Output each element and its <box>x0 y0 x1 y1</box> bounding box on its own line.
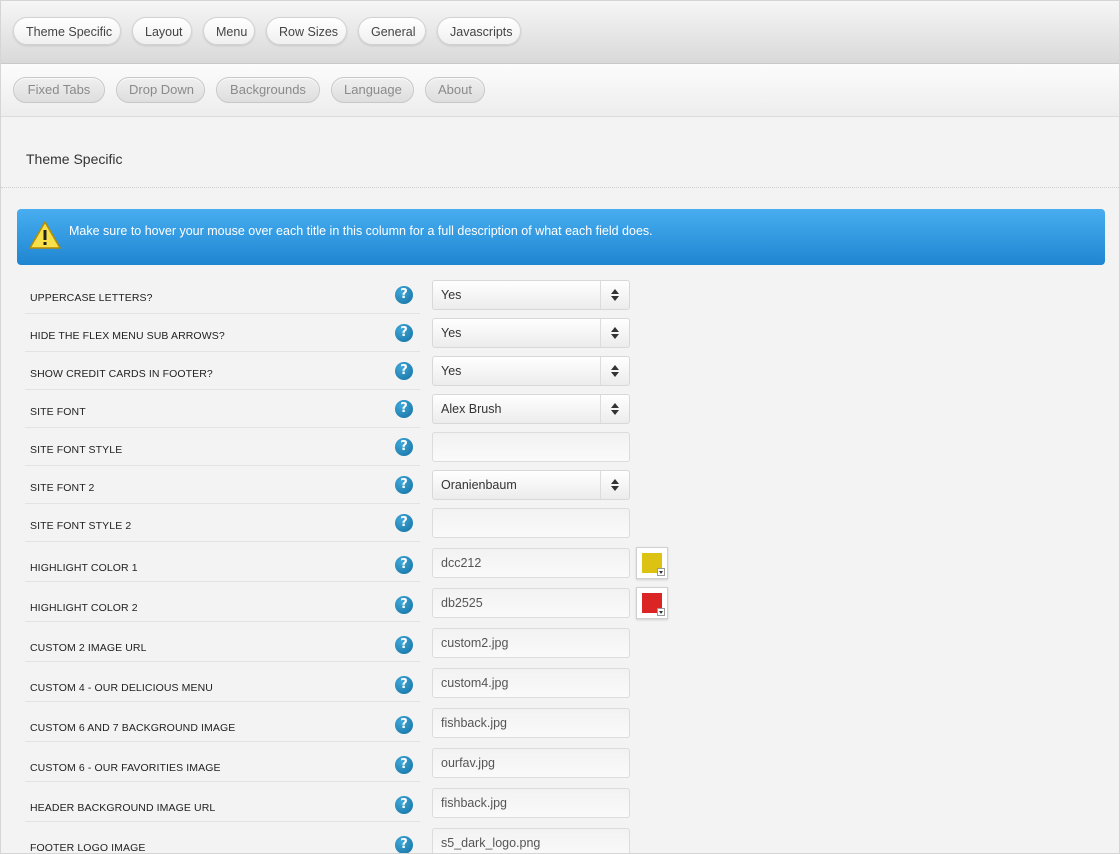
settings-row: Header Background Image URL? fishback.jpg <box>17 782 1105 822</box>
setting-input[interactable] <box>432 508 630 538</box>
setting-label[interactable]: Custom 4 - Our Delicious Menu <box>30 682 213 694</box>
tab-about[interactable]: About <box>425 77 485 103</box>
setting-input[interactable] <box>432 432 630 462</box>
setting-label[interactable]: Site Font <box>30 406 86 418</box>
select-arrows-icon <box>600 471 629 499</box>
section-divider <box>1 187 1119 188</box>
help-icon[interactable]: ? <box>395 556 413 574</box>
tab-javascripts[interactable]: Javascripts <box>437 17 521 45</box>
help-icon[interactable]: ? <box>395 362 413 380</box>
color-hex-input[interactable]: db2525 <box>432 588 630 618</box>
setting-input[interactable]: custom4.jpg <box>432 668 630 698</box>
warning-icon <box>29 221 61 249</box>
settings-row: Custom 2 Image URL? custom2.jpg <box>17 622 1105 662</box>
help-icon[interactable]: ? <box>395 796 413 814</box>
select-value: Yes <box>441 326 462 340</box>
setting-label[interactable]: Highlight Color 1 <box>30 562 138 574</box>
tab-drop-down[interactable]: Drop Down <box>116 77 205 103</box>
setting-input[interactable]: s5_dark_logo.png <box>432 828 630 853</box>
select-arrows-icon <box>600 357 629 385</box>
setting-input[interactable]: ourfav.jpg <box>432 748 630 778</box>
primary-tab-bar: Theme Specific Layout Menu Row Sizes Gen… <box>1 1 1119 64</box>
color-picker-swatch[interactable] <box>636 587 668 619</box>
setting-select[interactable]: Yes <box>432 318 630 348</box>
help-icon[interactable]: ? <box>395 476 413 494</box>
secondary-tab-bar: Fixed Tabs Drop Down Backgrounds Languag… <box>1 64 1119 117</box>
settings-row: Site Font Style? <box>17 428 1105 466</box>
setting-label[interactable]: Show Credit Cards in Footer? <box>30 368 213 380</box>
setting-label[interactable]: Site Font Style <box>30 444 122 456</box>
setting-label[interactable]: Hide the Flex Menu Sub Arrows? <box>30 330 225 342</box>
setting-label[interactable]: Footer Logo Image <box>30 842 145 853</box>
settings-row: Site Font Style 2? <box>17 504 1105 542</box>
settings-row: Site Font 2? Oranienbaum <box>17 466 1105 504</box>
tab-menu[interactable]: Menu <box>203 17 255 45</box>
settings-row: Footer Logo Image? s5_dark_logo.png <box>17 822 1105 853</box>
select-value: Yes <box>441 364 462 378</box>
notice-message: Make sure to hover your mouse over each … <box>69 224 653 238</box>
settings-row: Highlight Color 1? dcc212 <box>17 542 1105 582</box>
setting-label[interactable]: Header Background Image URL <box>30 802 215 814</box>
info-notice: Make sure to hover your mouse over each … <box>17 209 1105 265</box>
settings-list: Uppercase Letters?? Yes Hide the Flex Menu… <box>17 276 1105 853</box>
setting-select[interactable]: Yes <box>432 356 630 386</box>
tab-row-sizes[interactable]: Row Sizes <box>266 17 347 45</box>
settings-row: Hide the Flex Menu Sub Arrows?? Yes <box>17 314 1105 352</box>
settings-row: Site Font? Alex Brush <box>17 390 1105 428</box>
setting-label[interactable]: Uppercase Letters? <box>30 292 153 304</box>
setting-input[interactable]: fishback.jpg <box>432 788 630 818</box>
help-icon[interactable]: ? <box>395 438 413 456</box>
tab-fixed-tabs[interactable]: Fixed Tabs <box>13 77 105 103</box>
setting-label[interactable]: Custom 6 and 7 Background Image <box>30 722 235 734</box>
dropdown-arrow-icon <box>657 568 665 576</box>
help-icon[interactable]: ? <box>395 596 413 614</box>
setting-label[interactable]: Site Font Style 2 <box>30 520 131 532</box>
tab-language[interactable]: Language <box>331 77 414 103</box>
help-icon[interactable]: ? <box>395 514 413 532</box>
settings-row: Show Credit Cards in Footer?? Yes <box>17 352 1105 390</box>
color-picker-swatch[interactable] <box>636 547 668 579</box>
select-value: Yes <box>441 288 462 302</box>
help-icon[interactable]: ? <box>395 716 413 734</box>
select-value: Oranienbaum <box>441 478 517 492</box>
help-icon[interactable]: ? <box>395 286 413 304</box>
section-title: Theme Specific <box>26 151 123 167</box>
setting-input[interactable]: fishback.jpg <box>432 708 630 738</box>
setting-label[interactable]: Highlight Color 2 <box>30 602 138 614</box>
tab-backgrounds[interactable]: Backgrounds <box>216 77 320 103</box>
setting-select[interactable]: Alex Brush <box>432 394 630 424</box>
color-hex-input[interactable]: dcc212 <box>432 548 630 578</box>
help-icon[interactable]: ? <box>395 636 413 654</box>
select-arrows-icon <box>600 319 629 347</box>
settings-row: Uppercase Letters?? Yes <box>17 276 1105 314</box>
setting-label[interactable]: Site Font 2 <box>30 482 95 494</box>
tab-layout[interactable]: Layout <box>132 17 192 45</box>
setting-select[interactable]: Yes <box>432 280 630 310</box>
select-arrows-icon <box>600 281 629 309</box>
settings-row: Custom 6 and 7 Background Image? fishback… <box>17 702 1105 742</box>
settings-row: Highlight Color 2? db2525 <box>17 582 1105 622</box>
help-icon[interactable]: ? <box>395 324 413 342</box>
setting-input[interactable]: custom2.jpg <box>432 628 630 658</box>
dropdown-arrow-icon <box>657 608 665 616</box>
settings-row: Custom 6 - Our Favorities Image? ourfav.j… <box>17 742 1105 782</box>
select-value: Alex Brush <box>441 402 502 416</box>
tab-general[interactable]: General <box>358 17 426 45</box>
settings-row: Custom 4 - Our Delicious Menu? custom4.jp… <box>17 662 1105 702</box>
tab-theme-specific[interactable]: Theme Specific <box>13 17 121 45</box>
help-icon[interactable]: ? <box>395 400 413 418</box>
admin-panel: Theme Specific Layout Menu Row Sizes Gen… <box>0 0 1120 854</box>
help-icon[interactable]: ? <box>395 676 413 694</box>
help-icon[interactable]: ? <box>395 756 413 774</box>
setting-label[interactable]: Custom 6 - Our Favorities Image <box>30 762 221 774</box>
setting-label[interactable]: Custom 2 Image URL <box>30 642 147 654</box>
setting-select[interactable]: Oranienbaum <box>432 470 630 500</box>
help-icon[interactable]: ? <box>395 836 413 853</box>
select-arrows-icon <box>600 395 629 423</box>
